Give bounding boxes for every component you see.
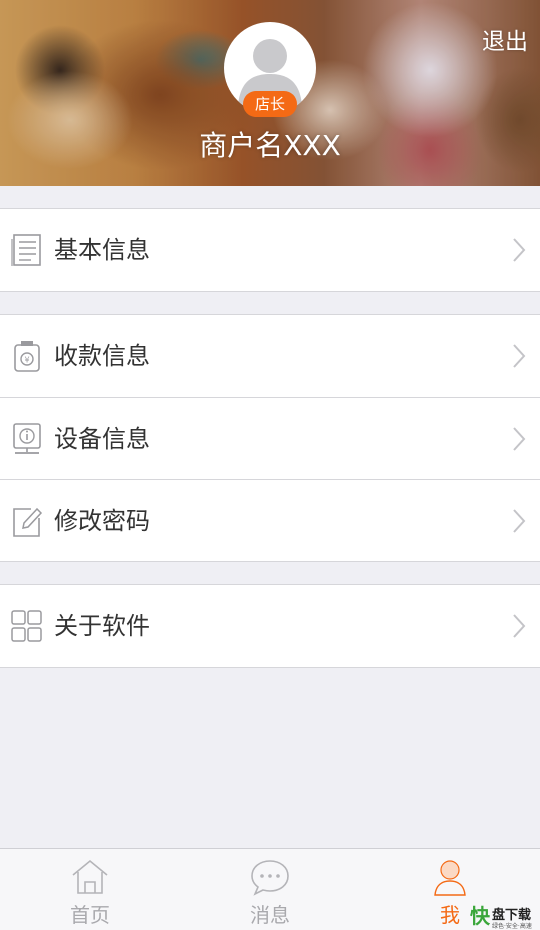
device-info-icon [13,423,41,454]
home-icon [72,859,108,894]
svg-text:¥: ¥ [24,356,29,365]
chevron-right-icon [513,427,526,451]
grid-icon [11,610,42,642]
user-icon [434,860,466,896]
menu-item-label: 收款信息 [54,342,150,370]
watermark-brand-a: 快 [470,904,490,928]
wallet-icon: ¥ [14,341,40,372]
chevron-right-icon [513,344,526,368]
chevron-right-icon [513,509,526,533]
menu-item-label: 基本信息 [54,236,150,264]
role-badge: 店长 [243,91,297,117]
tab-label: 首页 [70,903,110,927]
tab-label: 消息 [250,903,290,927]
menu-group-account: ¥ 收款信息 设备信息 修改密码 [0,314,540,562]
chevron-right-icon [513,614,526,638]
menu-item-label: 关于软件 [54,612,150,640]
profile-header: 退出 店长 商户名XXX [0,0,540,186]
tab-messages[interactable]: 消息 [180,849,360,930]
watermark-tagline: 绿色·安全·高速 [492,923,532,930]
menu-group-basic: 基本信息 [0,208,540,292]
tab-home[interactable]: 首页 [0,849,180,930]
menu-item-change-password[interactable]: 修改密码 [0,479,540,561]
menu-item-payment-info[interactable]: ¥ 收款信息 [0,315,540,397]
shop-name: 商户名XXX [199,129,341,162]
menu-item-basic-info[interactable]: 基本信息 [0,209,540,291]
menu-item-device-info[interactable]: 设备信息 [0,397,540,479]
chevron-right-icon [513,238,526,262]
menu-item-label: 设备信息 [54,425,150,453]
watermark-logo: 快 盘下载 绿色·安全·高速 [440,898,540,930]
message-icon [251,860,289,896]
document-icon [11,234,41,266]
edit-icon [13,507,43,537]
logout-button[interactable]: 退出 [482,22,528,56]
menu-group-about: 关于软件 [0,584,540,668]
menu-item-about-software[interactable]: 关于软件 [0,585,540,667]
menu-item-label: 修改密码 [54,507,150,535]
